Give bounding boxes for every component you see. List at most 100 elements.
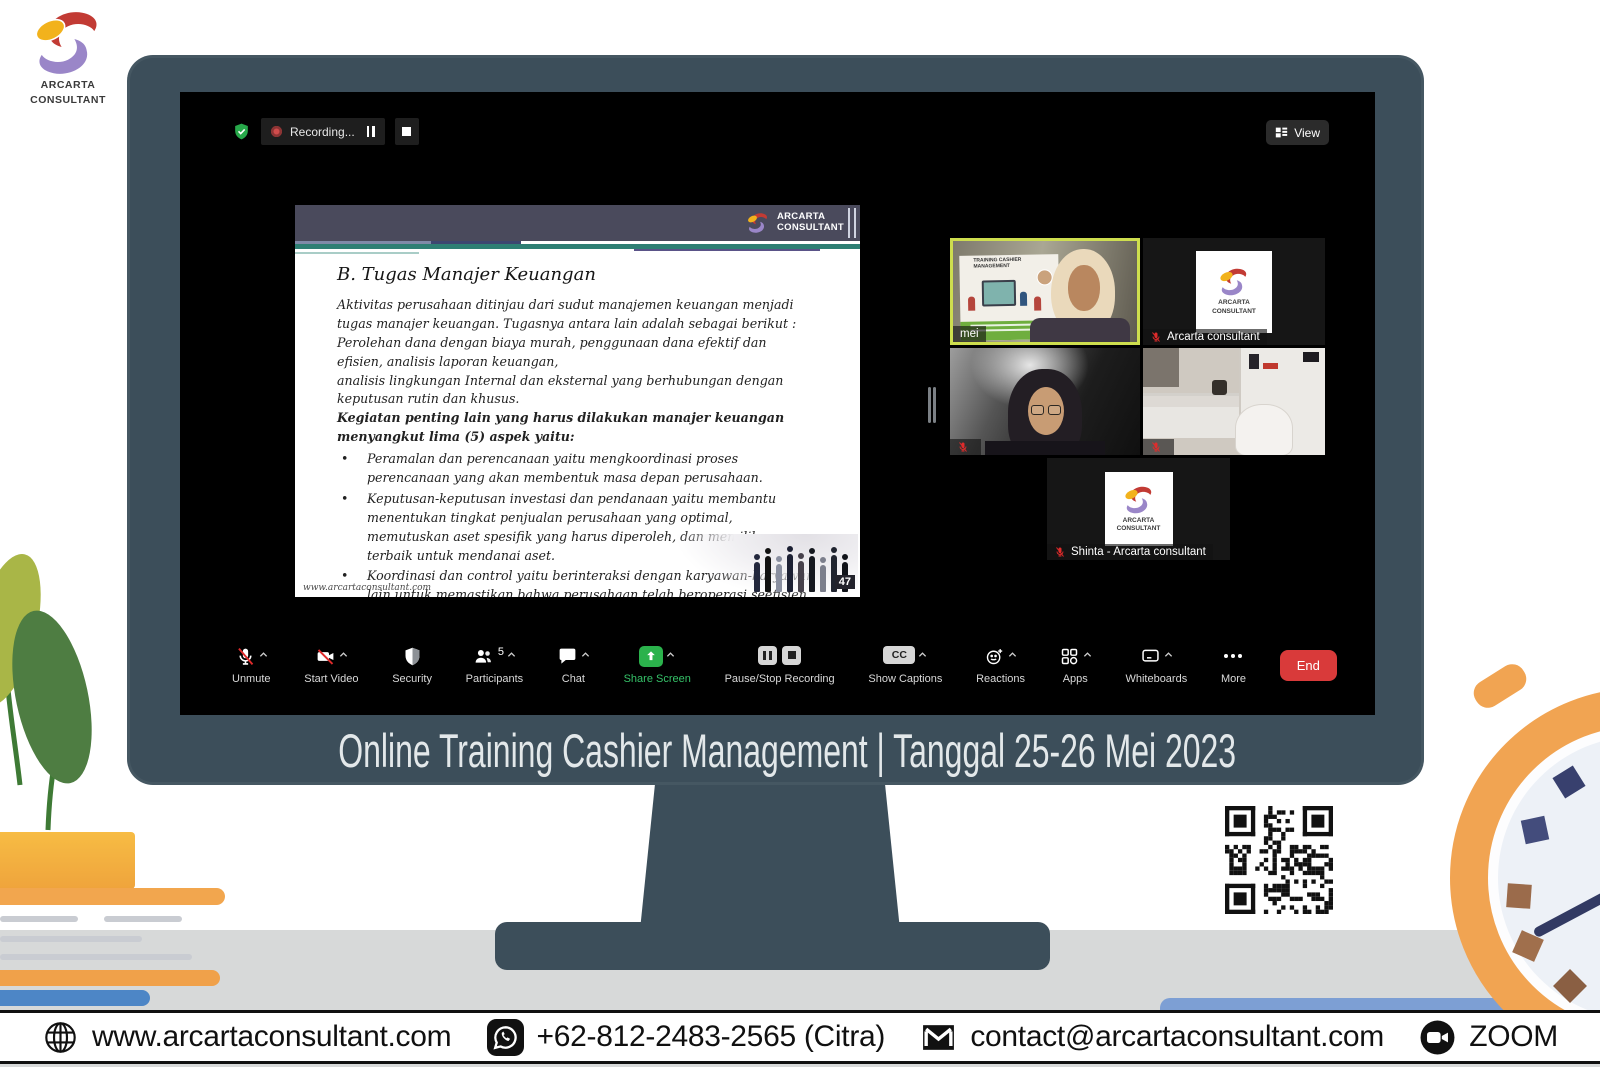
zoom-platform[interactable]: ZOOM <box>1419 1019 1558 1056</box>
zoom-toolbar: Unmute Start Video <box>232 637 1337 693</box>
chevron-up-icon <box>581 651 590 658</box>
slide-title: B. Tugas Manajer Keuangan <box>337 261 816 288</box>
slide-paragraph: analisis lingkungan Internal dan ekstern… <box>337 372 816 410</box>
chevron-up-icon <box>259 651 268 658</box>
view-button[interactable]: View <box>1266 120 1329 145</box>
encryption-shield-icon <box>232 122 251 141</box>
arcarta-swoosh-icon <box>1217 267 1251 297</box>
apps-button[interactable]: Apps <box>1059 646 1092 685</box>
muted-camera-icon <box>315 646 336 667</box>
book-spine <box>0 888 225 905</box>
chevron-up-icon <box>339 651 348 658</box>
pause-stop-recording-button[interactable]: Pause/Stop Recording <box>725 646 835 685</box>
pause-recording-icon[interactable] <box>758 646 777 665</box>
participant-name-label: Arcarta consultant <box>1143 329 1267 345</box>
arcarta-logo: ARCARTA CONSULTANT <box>16 8 120 107</box>
monitor-stand-neck <box>640 778 900 930</box>
participant-tile-shinta[interactable]: ARCARTA CONSULTANT Shinta - Arcarta cons… <box>1047 458 1230 560</box>
book-pages <box>104 916 182 922</box>
brand-line1: ARCARTA <box>16 78 120 93</box>
slide-page-number: 47 <box>835 575 855 589</box>
view-label: View <box>1294 126 1320 140</box>
security-button[interactable]: Security <box>392 646 432 685</box>
gallery-scroll-handle[interactable] <box>933 387 936 423</box>
clock-tick <box>1521 816 1549 844</box>
shared-presentation-slide: ARCARTA CONSULTANT B. Tugas Manajer Keua… <box>295 205 860 597</box>
participants-button[interactable]: 5 Participants <box>466 646 523 685</box>
book-pages <box>0 954 192 960</box>
recording-dot-icon <box>271 126 282 137</box>
share-screen-button[interactable]: Share Screen <box>624 646 691 685</box>
whiteboards-button[interactable]: Whiteboards <box>1125 646 1187 685</box>
chat-button[interactable]: Chat <box>557 646 590 685</box>
muted-mic-icon <box>1150 441 1162 453</box>
book-stack-illustration <box>0 832 135 889</box>
people-holding-hands-image <box>670 534 858 595</box>
promo-flyer-canvas: ARCARTA CONSULTANT Recording... <box>0 0 1600 1067</box>
gallery-scroll-handle[interactable] <box>928 387 931 423</box>
show-captions-button[interactable]: CC Show Captions <box>868 646 942 685</box>
whatsapp-contact[interactable]: +62-812-2483-2565 (Citra) <box>487 1019 886 1056</box>
arcarta-logo-card: ARCARTA CONSULTANT <box>1105 472 1173 546</box>
slide-header-band: ARCARTA CONSULTANT <box>295 205 860 241</box>
participants-icon <box>473 646 494 667</box>
monitor-stand-base <box>495 922 1050 970</box>
reactions-button[interactable]: Reactions <box>976 646 1025 685</box>
start-video-button[interactable]: Start Video <box>304 646 358 685</box>
participant-tile-video[interactable] <box>950 348 1140 455</box>
participant-name-label: mei <box>953 326 986 342</box>
email-icon <box>920 1019 957 1056</box>
participants-count-badge: 5 <box>498 646 504 658</box>
participant-tile-room[interactable] <box>1143 348 1325 455</box>
brand-line2: CONSULTANT <box>16 93 120 108</box>
website-link[interactable]: www.arcartaconsultant.com <box>42 1019 451 1056</box>
book-pages <box>0 916 78 922</box>
contact-bar: www.arcartaconsultant.com +62-812-2483-2… <box>0 1010 1600 1064</box>
muted-mic-icon <box>957 441 969 453</box>
chevron-up-icon <box>666 651 675 658</box>
slide-emphasis: Kegiatan penting lain yang harus dilakuk… <box>337 409 816 447</box>
apps-icon <box>1059 646 1080 667</box>
participant-tile-mei[interactable]: TRAINING CASHIER MANAGEMENT mei <box>950 238 1140 345</box>
arcarta-swoosh-icon <box>1122 485 1156 515</box>
pause-recording-button[interactable] <box>367 126 375 137</box>
clock-bell <box>1469 659 1531 712</box>
chevron-up-icon <box>1008 651 1017 658</box>
more-button[interactable]: More <box>1221 646 1246 685</box>
chevron-up-icon <box>918 651 927 658</box>
book-spine <box>0 990 150 1006</box>
whiteboard-icon <box>1140 646 1161 667</box>
more-dots-icon <box>1224 646 1242 667</box>
chevron-up-icon <box>1164 651 1173 658</box>
slide-logo-icon <box>746 212 770 234</box>
whatsapp-icon <box>487 1019 524 1056</box>
globe-icon <box>42 1019 79 1056</box>
zoom-camera-icon <box>1419 1019 1456 1056</box>
arcarta-swoosh-icon <box>29 8 107 78</box>
chevron-up-icon <box>1083 651 1092 658</box>
shield-icon <box>402 646 423 667</box>
muted-mic-icon <box>1054 546 1066 558</box>
stop-recording-icon[interactable] <box>782 646 801 665</box>
gallery-view-icon <box>1275 126 1288 139</box>
qr-code <box>1225 806 1333 914</box>
share-screen-icon <box>639 646 663 667</box>
training-caption: Online Training Cashier Management | Tan… <box>127 718 1424 784</box>
slide-paragraph: Aktivitas perusahaan ditinjau dari sudut… <box>337 296 816 372</box>
end-meeting-button[interactable]: End <box>1280 650 1337 681</box>
reactions-smiley-icon <box>984 646 1005 667</box>
slide-bullet: Peramalan dan perencanaan yaitu mengkoor… <box>337 450 816 488</box>
zoom-meeting-window: Recording... View <box>180 92 1375 715</box>
email-contact[interactable]: contact@arcartaconsultant.com <box>920 1019 1384 1056</box>
closed-captions-icon: CC <box>883 646 915 664</box>
slide-footer-url: www.arcartaconsultant.com <box>303 583 431 593</box>
recording-indicator: Recording... <box>261 118 385 145</box>
unmute-button[interactable]: Unmute <box>232 646 271 685</box>
stop-recording-button[interactable] <box>395 118 419 145</box>
arcarta-logo-card: ARCARTA CONSULTANT <box>1196 251 1272 333</box>
participant-name-label: Shinta - Arcarta consultant <box>1047 544 1213 560</box>
participant-tile-arcarta[interactable]: ARCARTA CONSULTANT Arcarta consultant <box>1143 238 1325 345</box>
monitor-frame: Recording... View <box>127 55 1424 785</box>
muted-mic-icon <box>1150 331 1162 343</box>
participant-name-label <box>1143 439 1174 455</box>
